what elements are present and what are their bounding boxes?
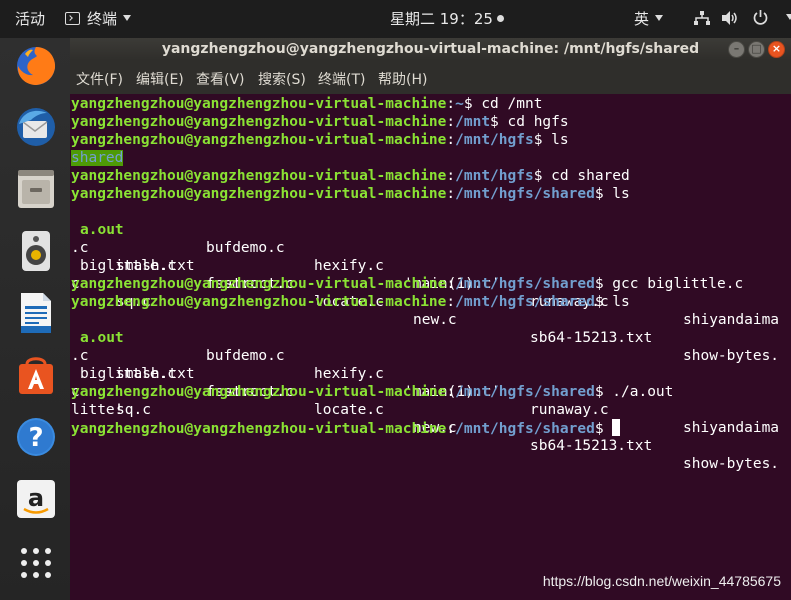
menu-terminal[interactable]: 终端(T) bbox=[318, 69, 365, 89]
close-icon: × bbox=[771, 42, 782, 55]
menu-view[interactable]: 查看(V) bbox=[196, 69, 245, 89]
window-titlebar[interactable]: yangzhengzhou@yangzhengzhou-virtual-mach… bbox=[70, 38, 791, 60]
directory-entry: shared bbox=[71, 150, 124, 166]
menu-edit[interactable]: 编辑(E) bbox=[136, 69, 184, 89]
clock-button[interactable]: 星期二 19：25 bbox=[390, 0, 504, 38]
terminal-line: yangzhengzhou@yangzhengzhou-virtual-mach… bbox=[71, 384, 674, 400]
chevron-down-icon bbox=[786, 14, 791, 20]
files-icon[interactable] bbox=[13, 166, 59, 212]
terminal-line: yangzhengzhou@yangzhengzhou-virtual-mach… bbox=[71, 132, 569, 148]
input-method-button[interactable]: 英 bbox=[634, 0, 664, 38]
network-icon bbox=[694, 11, 714, 27]
chevron-down-icon bbox=[123, 15, 132, 21]
menu-search[interactable]: 搜索(S) bbox=[258, 69, 306, 89]
terminal-line: yangzhengzhou@yangzhengzhou-virtual-mach… bbox=[71, 168, 630, 184]
file-entry: runaway.c bbox=[530, 402, 609, 418]
svg-text:a: a bbox=[28, 484, 44, 512]
amazon-icon[interactable]: a bbox=[13, 476, 59, 522]
app-menu-button[interactable]: 终端 bbox=[65, 0, 132, 38]
terminal-line: shared bbox=[71, 149, 124, 167]
text-cursor bbox=[612, 419, 621, 436]
dock: ? a bbox=[0, 38, 70, 600]
maximize-icon: □ bbox=[751, 42, 762, 55]
notification-dot-icon bbox=[496, 15, 504, 22]
terminal-output[interactable]: yangzhengzhou@yangzhengzhou-virtual-mach… bbox=[70, 94, 791, 600]
clock-label: 星期二 19：25 bbox=[390, 10, 493, 28]
file-entry: sb64-15213.txt bbox=[530, 438, 653, 454]
show-apps-icon[interactable] bbox=[13, 542, 59, 588]
power-icon bbox=[753, 10, 772, 27]
terminal-line: yangzhengzhou@yangzhengzhou-virtual-mach… bbox=[71, 276, 744, 292]
chevron-down-icon bbox=[655, 15, 664, 21]
writer-icon[interactable] bbox=[13, 290, 59, 336]
program-output: litte! bbox=[71, 402, 124, 418]
thunderbird-icon[interactable] bbox=[13, 104, 59, 150]
terminal-line: yangzhengzhou@yangzhengzhou-virtual-mach… bbox=[71, 186, 630, 202]
ls-output-row: biglittle.c fsum.c locate.c new.c sb64-1… bbox=[71, 239, 791, 364]
menu-file[interactable]: 文件(F) bbox=[76, 69, 123, 89]
ls-output-row: biglittle.c fsum.c locate.c new.c sb64-1… bbox=[71, 347, 791, 472]
ls-output-row: .c smash.txt struct.c bbox=[71, 221, 791, 292]
firefox-icon[interactable] bbox=[13, 42, 59, 88]
minimize-icon: – bbox=[733, 42, 740, 55]
watermark: https://blog.csdn.net/weixin_44785675 bbox=[542, 573, 781, 589]
window-title: yangzhengzhou@yangzhengzhou-virtual-mach… bbox=[161, 41, 700, 57]
ls-output-row: a.out bufdemo.c hexify.c 'main(1).c' run… bbox=[71, 311, 791, 436]
file-entry: locate.c bbox=[314, 402, 384, 418]
terminal-line: yangzhengzhou@yangzhengzhou-virtual-mach… bbox=[71, 294, 630, 310]
rhythmbox-icon[interactable] bbox=[13, 228, 59, 274]
file-entry: shiyandaima bbox=[683, 420, 780, 436]
maximize-button[interactable]: □ bbox=[748, 41, 765, 58]
ls-output-row: c sq.c bbox=[71, 257, 791, 310]
volume-icon bbox=[722, 11, 744, 27]
software-center-icon[interactable] bbox=[13, 352, 59, 398]
menu-bar: 文件(F) 编辑(E) 查看(V) 搜索(S) 终端(T) 帮助(H) bbox=[70, 60, 791, 94]
app-menu-label: 终端 bbox=[87, 10, 118, 28]
terminal-line: litte! bbox=[71, 401, 123, 419]
ls-output-row: a.out bufdemo.c hexify.c 'main(1).c' run… bbox=[71, 203, 791, 328]
terminal-line: yangzhengzhou@yangzhengzhou-virtual-mach… bbox=[71, 114, 569, 130]
ls-output-row: c sq.c bbox=[71, 365, 791, 418]
help-icon[interactable]: ? bbox=[13, 414, 59, 460]
terminal-window: yangzhengzhou@yangzhengzhou-virtual-mach… bbox=[70, 38, 791, 600]
system-menu-button[interactable] bbox=[694, 0, 791, 38]
svg-text:?: ? bbox=[28, 423, 43, 453]
terminal-prompt-line[interactable]: yangzhengzhou@yangzhengzhou-virtual-mach… bbox=[71, 419, 621, 437]
minimize-button[interactable]: – bbox=[728, 41, 745, 58]
menu-help[interactable]: 帮助(H) bbox=[378, 69, 427, 89]
input-method-label: 英 bbox=[634, 10, 650, 28]
close-button[interactable]: × bbox=[768, 41, 785, 58]
top-bar: 活动 终端 星期二 19：25 英 bbox=[0, 0, 791, 38]
file-entry: show-bytes. bbox=[683, 456, 780, 472]
activities-button[interactable]: 活动 bbox=[15, 0, 45, 38]
terminal-line: yangzhengzhou@yangzhengzhou-virtual-mach… bbox=[71, 96, 543, 112]
terminal-app-icon bbox=[65, 12, 80, 25]
ls-output-row: .c smash.txt struct.c bbox=[71, 329, 791, 400]
